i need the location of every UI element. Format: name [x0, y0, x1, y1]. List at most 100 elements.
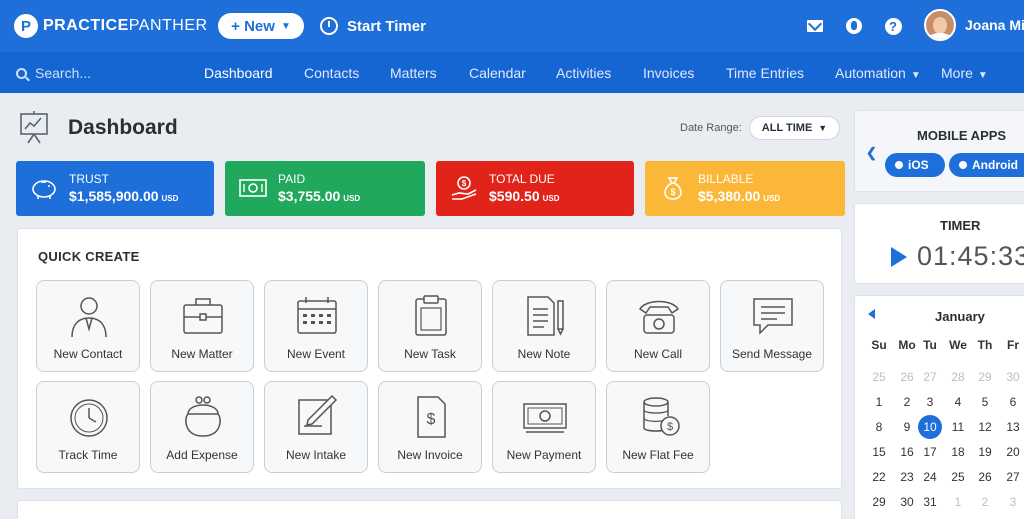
nav-calendar[interactable]: Calendar — [469, 65, 526, 81]
calendar-day[interactable]: 26 — [973, 465, 997, 489]
search-input[interactable] — [35, 65, 175, 81]
calendar-day[interactable]: 19 — [973, 440, 997, 464]
calendar-day[interactable]: 23 — [895, 465, 919, 489]
calendar-day[interactable]: 1 — [946, 490, 970, 514]
track-time-tile[interactable]: Track Time — [36, 381, 140, 473]
calendar-day[interactable]: 29 — [867, 490, 891, 514]
new-matter-tile[interactable]: New Matter — [150, 280, 254, 372]
calendar-weekday: Mo — [898, 338, 916, 352]
calendar-day[interactable]: 5 — [973, 390, 997, 414]
calendar-day[interactable]: 3 — [1001, 490, 1024, 514]
calendar-day[interactable]: 8 — [867, 415, 891, 439]
globe-icon[interactable] — [845, 17, 863, 35]
calendar-weekday: Su — [871, 338, 887, 352]
calendar-day[interactable]: 9 — [895, 415, 919, 439]
nav-matters[interactable]: Matters — [390, 65, 437, 81]
calendar-day[interactable]: 18 — [946, 440, 970, 464]
clipboard-icon — [415, 295, 447, 336]
clock-icon — [320, 17, 338, 35]
new-contact-tile[interactable]: New Contact — [36, 280, 140, 372]
dashboard-chart-icon — [20, 111, 48, 144]
new-payment-tile[interactable]: New Payment — [492, 381, 596, 473]
new-contact-label: New Contact — [53, 347, 123, 361]
practicepanther-logo[interactable]: P PRACTICEPANTHER — [14, 12, 208, 40]
android-app-button[interactable]: Android — [949, 153, 1024, 177]
stat-paid-currency: USD — [343, 194, 361, 203]
calendar-day[interactable]: 31 — [918, 490, 942, 514]
new-event-tile[interactable]: New Event — [264, 280, 368, 372]
stat-card-trust[interactable]: TRUST $1,585,900.00 USD — [16, 161, 214, 216]
add-expense-tile[interactable]: Add Expense — [150, 381, 254, 473]
start-timer-label: Start Timer — [347, 17, 426, 35]
nav-invoices[interactable]: Invoices — [643, 65, 694, 81]
calendar-day[interactable]: 22 — [867, 465, 891, 489]
calendar-day[interactable]: 27 — [918, 365, 942, 389]
new-button[interactable]: + New ▼ — [218, 13, 304, 39]
note-icon — [527, 296, 564, 336]
calendar-day[interactable]: 24 — [918, 465, 942, 489]
calendar-day[interactable]: 28 — [946, 365, 970, 389]
mail-icon[interactable] — [806, 17, 824, 35]
calendar-day[interactable]: 26 — [895, 365, 919, 389]
calendar-day[interactable]: 30 — [895, 490, 919, 514]
nav-dashboard[interactable]: Dashboard — [204, 65, 273, 81]
calendar-day[interactable]: 4 — [946, 390, 970, 414]
calendar-day[interactable]: 12 — [973, 415, 997, 439]
calendar-day[interactable]: 11 — [946, 415, 970, 439]
calendar-day[interactable]: 25 — [946, 465, 970, 489]
new-note-label: New Note — [517, 347, 571, 361]
calendar-day[interactable]: 30 — [1001, 365, 1024, 389]
android-label: Android — [972, 158, 1018, 172]
calendar-day[interactable]: 29 — [973, 365, 997, 389]
calendar-day[interactable]: 15 — [867, 440, 891, 464]
calendar-day[interactable]: 6 — [1001, 390, 1024, 414]
calendar-day-today[interactable]: 10 — [918, 415, 942, 439]
calendar-day[interactable]: 20 — [1001, 440, 1024, 464]
quick-create-title: QUICK CREATE — [38, 249, 140, 264]
new-call-tile[interactable]: New Call — [606, 280, 710, 372]
calendar-day[interactable]: 27 — [1001, 465, 1024, 489]
new-note-tile[interactable]: New Note — [492, 280, 596, 372]
calendar-weekday: Tu — [923, 338, 937, 352]
nav-time-entries[interactable]: Time Entries — [726, 65, 804, 81]
play-icon[interactable] — [891, 247, 907, 267]
mobile-apps-title: MOBILE APPS — [917, 128, 1007, 143]
calendar-day[interactable]: 2 — [895, 390, 919, 414]
search-icon — [16, 67, 27, 79]
ios-app-button[interactable]: iOS — [885, 153, 945, 177]
user-avatar[interactable] — [924, 9, 956, 41]
calendar-day[interactable]: 1 — [867, 390, 891, 414]
nav-activities[interactable]: Activities — [556, 65, 611, 81]
calendar-day[interactable]: 16 — [895, 440, 919, 464]
hand-money-icon: $ — [451, 176, 477, 200]
coin-stack-icon: $ — [643, 397, 680, 436]
nav-contacts[interactable]: Contacts — [304, 65, 359, 81]
nav-more[interactable]: More ▼ — [941, 65, 988, 81]
stat-billable-amount: $5,380.00 — [698, 188, 761, 204]
user-name[interactable]: Joana Mi — [965, 17, 1024, 33]
calendar-prev-icon[interactable] — [868, 309, 875, 319]
stat-card-paid[interactable]: PAID $3,755.00 USD — [225, 161, 425, 216]
send-message-tile[interactable]: Send Message — [720, 280, 824, 372]
new-task-tile[interactable]: New Task — [378, 280, 482, 372]
timer-title: TIMER — [940, 218, 981, 233]
calendar-icon — [297, 297, 337, 334]
stat-trust-currency: USD — [161, 194, 179, 203]
new-flat-fee-tile[interactable]: $ New Flat Fee — [606, 381, 710, 473]
new-intake-tile[interactable]: New Intake — [264, 381, 368, 473]
start-timer-button[interactable]: Start Timer — [320, 13, 426, 39]
new-invoice-tile[interactable]: $ New Invoice — [378, 381, 482, 473]
date-range-select[interactable]: ALL TIME ▼ — [749, 116, 840, 140]
calendar-day[interactable]: 13 — [1001, 415, 1024, 439]
help-icon[interactable]: ? — [884, 17, 902, 35]
chevron-left-icon[interactable]: ❮ — [866, 145, 877, 161]
calendar-day[interactable]: 3 — [918, 390, 942, 414]
nav-automation[interactable]: Automation ▼ — [835, 65, 921, 81]
calendar-day[interactable]: 17 — [918, 440, 942, 464]
stopwatch-icon — [70, 399, 108, 437]
calendar-day[interactable]: 25 — [867, 365, 891, 389]
stat-card-total-due[interactable]: $ TOTAL DUE $590.50 USD — [436, 161, 634, 216]
stat-card-billable[interactable]: $ BILLABLE $5,380.00 USD — [645, 161, 845, 216]
calendar-day[interactable]: 2 — [973, 490, 997, 514]
search-box[interactable] — [16, 64, 175, 82]
